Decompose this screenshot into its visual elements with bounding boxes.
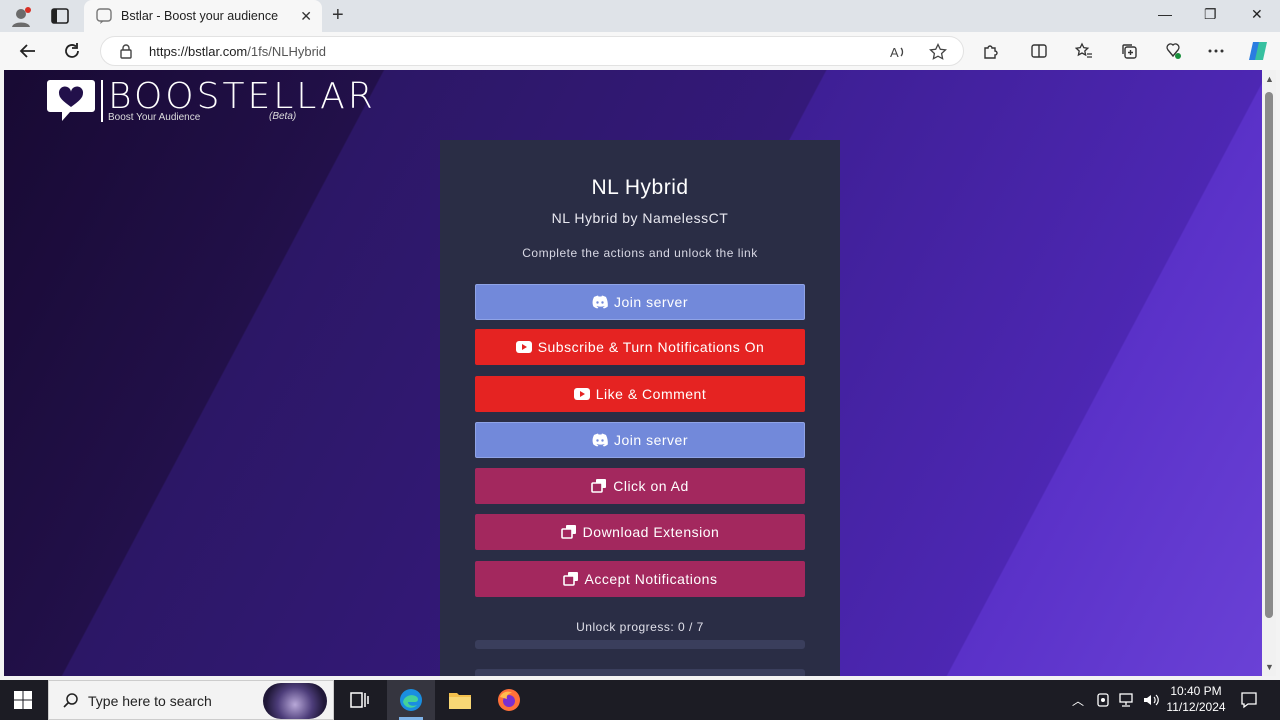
heart-chat-logo-icon	[47, 80, 95, 121]
search-placeholder: Type here to search	[88, 693, 212, 709]
boostellar-logo[interactable]: BOOSTELLAR Boost Your Audience (Beta)	[46, 76, 373, 130]
youtube-icon	[573, 388, 590, 400]
active-tab[interactable]: Bstlar - Boost your audience ✕	[84, 0, 322, 32]
favorites-icon[interactable]	[1075, 42, 1093, 60]
extensions-icon[interactable]	[982, 42, 1000, 60]
svg-text:A: A	[890, 45, 899, 60]
copilot-icon[interactable]	[1247, 40, 1269, 62]
youtube-icon	[515, 341, 532, 353]
close-window-icon[interactable]: ✕	[1251, 6, 1263, 23]
join-server-button-2[interactable]: Join server	[475, 422, 805, 458]
unlock-progress-label: Unlock progress: 0 / 7	[576, 620, 704, 634]
discord-icon	[592, 295, 608, 309]
scroll-up-icon[interactable]: ▲	[1265, 74, 1274, 84]
search-highlight-image	[263, 683, 327, 719]
network-icon[interactable]	[1118, 692, 1136, 708]
browser-essentials-icon[interactable]	[1164, 42, 1182, 60]
read-aloud-icon[interactable]: A	[889, 43, 907, 61]
tab-actions-icon[interactable]	[50, 7, 70, 25]
instructions-text: Complete the actions and unlock the link	[522, 246, 758, 260]
edge-icon	[400, 689, 422, 711]
search-icon	[63, 693, 78, 708]
subscribe-button[interactable]: Subscribe & Turn Notifications On	[475, 329, 805, 365]
firefox-button[interactable]	[485, 680, 533, 720]
new-tab-icon[interactable]: +	[332, 5, 344, 25]
split-screen-icon[interactable]	[1030, 42, 1048, 60]
lock-icon[interactable]	[119, 43, 133, 59]
firefox-icon	[498, 689, 520, 711]
logo-wordmark: BOOSTELLAR	[108, 76, 376, 117]
more-options-icon[interactable]	[1207, 42, 1225, 60]
scroll-down-icon[interactable]: ▼	[1265, 662, 1274, 672]
back-icon[interactable]	[18, 41, 38, 61]
copy-icon	[560, 525, 576, 539]
join-server-button[interactable]: Join server	[475, 284, 805, 320]
edge-taskbar-button[interactable]	[387, 680, 435, 720]
tab-title: Bstlar - Boost your audience	[121, 9, 279, 23]
browser-tab-strip: Bstlar - Boost your audience ✕ + — ❐ ✕	[0, 0, 1280, 32]
browser-toolbar: https://bstlar.com/1fs/NLHybrid A	[0, 32, 1280, 70]
web-page: BOOSTELLAR Boost Your Audience (Beta) NL…	[4, 70, 1262, 676]
taskbar-search[interactable]: Type here to search	[48, 680, 334, 720]
tray-chevron-icon[interactable]: ︿	[1072, 692, 1084, 709]
tray-device-icon[interactable]	[1096, 692, 1110, 708]
restore-icon[interactable]: ❐	[1204, 6, 1217, 23]
minimize-icon[interactable]: —	[1158, 6, 1172, 22]
file-explorer-button[interactable]	[436, 680, 484, 720]
page-subtitle: NL Hybrid by NamelessCT	[551, 210, 729, 226]
folder-icon	[449, 693, 471, 709]
url-text[interactable]: https://bstlar.com/1fs/NLHybrid	[149, 44, 326, 59]
windows-taskbar: Type here to search ︿ 10:40 PM 11/12/202…	[0, 680, 1280, 720]
logo-separator	[101, 80, 103, 122]
collections-icon[interactable]	[1120, 42, 1138, 60]
logo-tagline: Boost Your Audience	[108, 112, 201, 123]
copy-icon	[562, 572, 578, 586]
page-scrollbar[interactable]: ▲ ▼	[1262, 70, 1276, 676]
page-title: NL Hybrid	[591, 176, 689, 199]
scrollbar-thumb[interactable]	[1265, 92, 1273, 618]
bstlar-favicon-icon	[96, 8, 112, 24]
like-comment-button[interactable]: Like & Comment	[475, 376, 805, 412]
profile-icon[interactable]	[10, 6, 32, 28]
copy-icon	[591, 479, 607, 493]
click-on-ad-button[interactable]: Click on Ad	[475, 468, 805, 504]
notifications-icon[interactable]	[1240, 691, 1258, 709]
tab-close-icon[interactable]: ✕	[300, 9, 312, 23]
windows-start-icon[interactable]	[14, 691, 32, 709]
download-extension-button[interactable]: Download Extension	[475, 514, 805, 550]
task-view-button[interactable]	[336, 680, 384, 720]
unlock-button[interactable]	[475, 669, 805, 676]
taskbar-clock[interactable]: 10:40 PM 11/12/2024	[1160, 683, 1232, 715]
unlock-progress-bar	[475, 640, 805, 649]
task-view-icon	[350, 692, 369, 708]
logo-beta: (Beta)	[269, 111, 297, 122]
unlock-card: NL Hybrid NL Hybrid by NamelessCT Comple…	[440, 140, 840, 676]
refresh-icon[interactable]	[62, 41, 82, 61]
address-bar[interactable]: https://bstlar.com/1fs/NLHybrid A	[100, 36, 964, 66]
favorite-star-icon[interactable]	[929, 43, 947, 61]
accept-notifications-button[interactable]: Accept Notifications	[475, 561, 805, 597]
discord-icon	[592, 433, 608, 447]
volume-icon[interactable]	[1142, 692, 1160, 708]
